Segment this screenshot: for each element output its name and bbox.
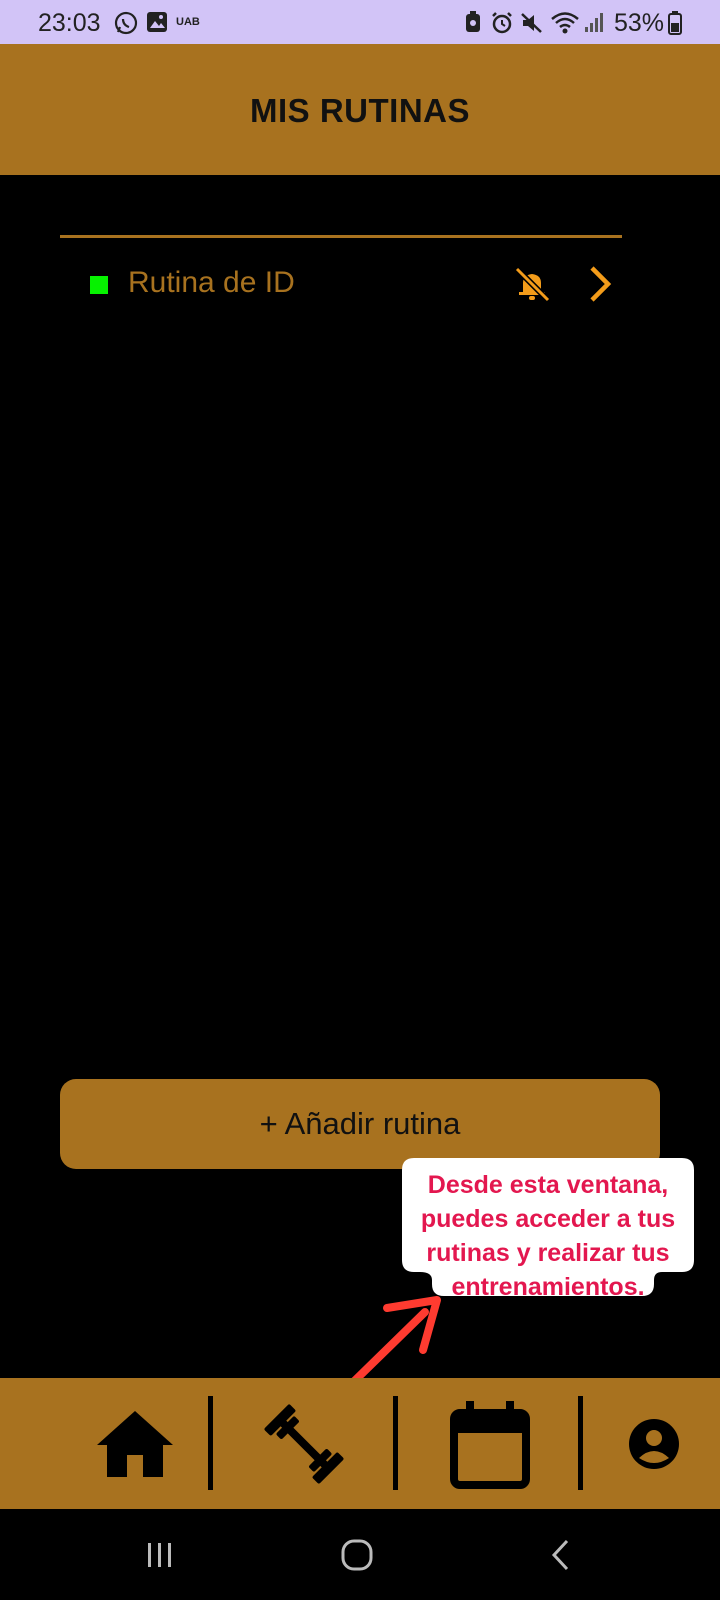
tooltip: Desde esta ventana, puedes acceder a tus… — [402, 1158, 694, 1308]
tooltip-text: Desde esta ventana, puedes acceder a tus… — [402, 1168, 694, 1304]
list-divider — [60, 235, 622, 238]
alarm-icon — [492, 12, 512, 34]
status-indicator — [90, 276, 108, 294]
carrier-label: UAB — [176, 16, 200, 28]
battery-icon — [668, 11, 682, 35]
nav-divider — [578, 1396, 583, 1490]
page-title: MIS RUTINAS — [250, 92, 470, 129]
recent-apps-button[interactable] — [130, 1531, 190, 1579]
gallery-icon — [147, 12, 167, 32]
add-routine-button[interactable]: + Añadir rutina — [60, 1079, 660, 1169]
tooltip-line: Desde esta ventana, — [427, 1171, 669, 1199]
notification-off-button[interactable] — [510, 262, 554, 306]
nav-divider — [393, 1396, 398, 1490]
open-routine-button[interactable] — [578, 262, 622, 306]
nav-profile[interactable] — [594, 1378, 714, 1509]
home-icon — [97, 1410, 173, 1477]
mute-icon — [521, 13, 542, 33]
battery-percent: 53% — [613, 9, 664, 37]
system-nav-bar — [0, 1509, 720, 1600]
nav-home[interactable] — [60, 1378, 210, 1509]
status-time: 23:03 — [38, 9, 101, 37]
signal-icon — [585, 13, 603, 32]
dumbbell-icon — [264, 1404, 344, 1483]
chevron-right-icon — [590, 266, 612, 302]
back-button[interactable] — [530, 1531, 590, 1579]
list-item[interactable]: Rutina de ID — [60, 252, 622, 316]
bottom-nav — [0, 1378, 720, 1509]
whatsapp-icon — [114, 11, 138, 35]
wifi-icon — [551, 12, 579, 34]
home-circle-icon — [341, 1539, 373, 1571]
calendar-icon — [450, 1400, 530, 1489]
profile-icon — [629, 1418, 679, 1469]
back-icon — [551, 1539, 569, 1571]
nav-workouts[interactable] — [224, 1378, 384, 1509]
nav-calendar[interactable] — [410, 1378, 570, 1509]
home-button[interactable] — [327, 1531, 387, 1579]
tooltip-line: rutinas y realizar tus — [426, 1239, 670, 1267]
tooltip-line: puedes acceder a tus — [420, 1205, 676, 1233]
battery-saver-icon — [466, 11, 480, 32]
routine-name: Rutina de ID — [128, 266, 295, 299]
app-header: MIS RUTINAS — [0, 44, 720, 175]
status-bar: 23:03 UAB 53% — [0, 0, 720, 44]
notification-off-icon — [514, 266, 551, 303]
nav-divider — [208, 1396, 213, 1490]
recent-apps-icon — [148, 1543, 171, 1567]
